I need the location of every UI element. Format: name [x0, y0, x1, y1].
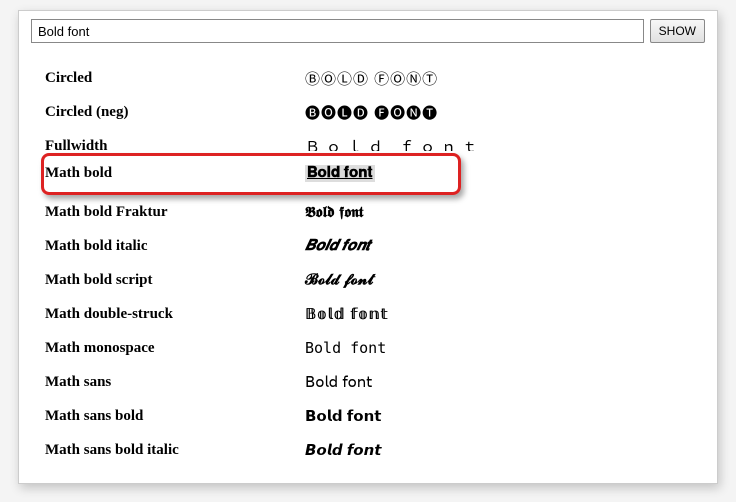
- row-value[interactable]: 𝗕𝗼𝗹𝗱 𝗳𝗼𝗻𝘁: [305, 407, 701, 425]
- result-row-math-monospace: Math monospace 𝙱𝚘𝚕𝚍 𝚏𝚘𝚗𝚝: [35, 331, 701, 365]
- row-value[interactable]: 𝘽𝙤𝙡𝙙 𝙛𝙤𝙣𝙩: [305, 441, 701, 459]
- result-row-math-sans-bold-italic: Math sans bold italic 𝘽𝙤𝙡𝙙 𝙛𝙤𝙣𝙩: [35, 433, 701, 467]
- app-window: SHOW Circled ⒷⓄⓁⒹ ⒻⓄⓃⓉ Circled (neg) 🅑🅞🅛…: [18, 10, 718, 484]
- result-row-math-sans: Math sans 𝖡𝗈𝗅𝖽 𝖿𝗈𝗇𝗍: [35, 365, 701, 399]
- result-row-math-bold-script: Math bold script 𝓑𝓸𝓵𝓭 𝓯𝓸𝓷𝓽: [35, 263, 701, 297]
- row-label: Math monospace: [35, 340, 305, 357]
- row-value[interactable]: ⒷⓄⓁⒹ ⒻⓄⓃⓉ: [305, 68, 701, 89]
- highlighted-value: 𝐁𝐨𝐥𝐝 𝐟𝐨𝐧𝐭: [305, 165, 375, 182]
- row-label: Math sans bold: [35, 408, 305, 425]
- result-row-math-sans-bold: Math sans bold 𝗕𝗼𝗹𝗱 𝗳𝗼𝗻𝘁: [35, 399, 701, 433]
- row-label: Math bold italic: [35, 238, 305, 255]
- row-label: Math bold: [35, 165, 305, 182]
- row-label: Math bold Fraktur: [35, 204, 305, 221]
- row-value[interactable]: 𝙱𝚘𝚕𝚍 𝚏𝚘𝚗𝚝: [305, 339, 701, 358]
- show-button[interactable]: SHOW: [650, 19, 705, 43]
- result-row-math-bold-fraktur: Math bold Fraktur 𝕭𝖔𝖑𝖉 𝖋𝖔𝖓𝖙: [35, 195, 701, 229]
- row-label: Math sans: [35, 374, 305, 391]
- text-input[interactable]: [31, 19, 644, 43]
- row-value[interactable]: Ｂｏｌｄ ｆｏｎｔ: [305, 136, 701, 152]
- result-row-fullwidth: Fullwidth Ｂｏｌｄ ｆｏｎｔ: [35, 129, 701, 151]
- results-list: Circled ⒷⓄⓁⒹ ⒻⓄⓃⓉ Circled (neg) 🅑🅞🅛🅓 🅕🅞🅝…: [31, 61, 705, 467]
- result-row-circled-neg: Circled (neg) 🅑🅞🅛🅓 🅕🅞🅝🅣: [35, 95, 701, 129]
- row-label: Math sans bold italic: [35, 442, 305, 459]
- row-value[interactable]: 𝑩𝒐𝒍𝒅 𝒇𝒐𝒏𝒕: [305, 237, 701, 255]
- row-value[interactable]: 𝐁𝐨𝐥𝐝 𝐟𝐨𝐧𝐭: [305, 164, 701, 182]
- row-value[interactable]: 𝔹𝕠𝕝𝕕 𝕗𝕠𝕟𝕥: [305, 305, 701, 323]
- result-row-math-bold: Math bold 𝐁𝐨𝐥𝐝 𝐟𝐨𝐧𝐭: [35, 151, 701, 195]
- row-value[interactable]: 𝕭𝖔𝖑𝖉 𝖋𝖔𝖓𝖙: [305, 204, 701, 221]
- search-bar: SHOW: [31, 19, 705, 43]
- row-label: Circled (neg): [35, 104, 305, 121]
- row-value[interactable]: 𝖡𝗈𝗅𝖽 𝖿𝗈𝗇𝗍: [305, 373, 701, 391]
- row-value[interactable]: 𝓑𝓸𝓵𝓭 𝓯𝓸𝓷𝓽: [305, 271, 701, 289]
- result-row-math-double-struck: Math double-struck 𝔹𝕠𝕝𝕕 𝕗𝕠𝕟𝕥: [35, 297, 701, 331]
- row-label: Circled: [35, 70, 305, 87]
- row-value[interactable]: 🅑🅞🅛🅓 🅕🅞🅝🅣: [305, 102, 701, 123]
- row-label: Fullwidth: [35, 138, 305, 152]
- result-row-circled: Circled ⒷⓄⓁⒹ ⒻⓄⓃⓉ: [35, 61, 701, 95]
- row-label: Math double-struck: [35, 306, 305, 323]
- result-row-math-bold-italic: Math bold italic 𝑩𝒐𝒍𝒅 𝒇𝒐𝒏𝒕: [35, 229, 701, 263]
- row-label: Math bold script: [35, 272, 305, 289]
